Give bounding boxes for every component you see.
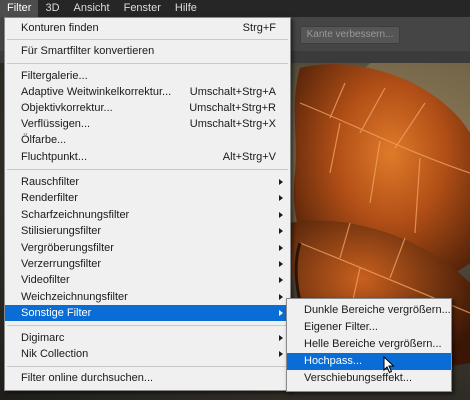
menu-item-shortcut: Alt+Strg+V — [222, 151, 276, 163]
submenu-item-dunkle-bereiche[interactable]: Dunkle Bereiche vergrößern... — [287, 302, 451, 319]
submenu-arrow-icon — [279, 212, 283, 218]
refine-edge-button[interactable]: Kante verbessern... — [300, 26, 400, 44]
menu-item-verfluessigen[interactable]: Verflüssigen... Umschalt+Strg+X — [5, 116, 290, 132]
menu-item-label: Dunkle Bereiche vergrößern... — [304, 304, 451, 316]
submenu-arrow-icon — [279, 294, 283, 300]
menu-item-nik-collection[interactable]: Nik Collection — [5, 346, 290, 362]
menu-item-vergroeberungsfilter[interactable]: Vergröberungsfilter — [5, 240, 290, 256]
menu-item-label: Sonstige Filter — [21, 307, 92, 319]
menu-separator — [7, 366, 288, 367]
menu-item-label: Rauschfilter — [21, 176, 80, 188]
menu-item-shortcut: Strg+F — [242, 22, 276, 34]
menu-item-rauschfilter[interactable]: Rauschfilter — [5, 174, 290, 190]
menu-item-scharfzeichnungsfilter[interactable]: Scharfzeichnungsfilter — [5, 207, 290, 223]
menu-separator — [7, 39, 288, 40]
menu-bar: Filter 3D Ansicht Fenster Hilfe — [0, 0, 470, 17]
menu-item-fluchtpunkt[interactable]: Fluchtpunkt... Alt+Strg+V — [5, 149, 290, 165]
submenu-arrow-icon — [279, 310, 283, 316]
submenu-item-hochpass[interactable]: Hochpass... — [287, 353, 451, 370]
menu-hilfe[interactable]: Hilfe — [168, 0, 204, 17]
menu-item-renderfilter[interactable]: Renderfilter — [5, 190, 290, 206]
menu-item-filter-online[interactable]: Filter online durchsuchen... — [5, 370, 290, 386]
menu-item-filtergalerie[interactable]: Filtergalerie... — [5, 68, 290, 84]
submenu-arrow-icon — [279, 195, 283, 201]
menu-item-smartfilter[interactable]: Für Smartfilter konvertieren — [5, 43, 290, 59]
menu-filter[interactable]: Filter — [0, 0, 39, 17]
menu-ansicht[interactable]: Ansicht — [67, 0, 117, 17]
menu-item-shortcut: Umschalt+Strg+R — [189, 102, 276, 114]
menu-item-objektivkorrektur[interactable]: Objektivkorrektur... Umschalt+Strg+R — [5, 100, 290, 116]
menu-item-label: Renderfilter — [21, 192, 78, 204]
menu-item-label: Eigener Filter... — [304, 321, 378, 333]
menu-item-label: Konturen finden — [21, 22, 99, 34]
submenu-arrow-icon — [279, 179, 283, 185]
menu-item-label: Verflüssigen... — [21, 118, 91, 130]
menu-item-label: Für Smartfilter konvertieren — [21, 45, 155, 57]
menu-item-label: Fluchtpunkt... — [21, 151, 88, 163]
submenu-arrow-icon — [279, 335, 283, 341]
submenu-arrow-icon — [279, 228, 283, 234]
menu-item-label: Nik Collection — [21, 348, 89, 360]
menu-item-label: Adaptive Weitwinkelkorrektur... — [21, 86, 172, 98]
menu-item-label: Helle Bereiche vergrößern... — [304, 338, 442, 350]
menu-item-stilisierungsfilter[interactable]: Stilisierungsfilter — [5, 223, 290, 239]
submenu-item-helle-bereiche[interactable]: Helle Bereiche vergrößern... — [287, 336, 451, 353]
menu-item-digimarc[interactable]: Digimarc — [5, 330, 290, 346]
menu-item-label: Objektivkorrektur... — [21, 102, 113, 114]
menu-item-label: Filtergalerie... — [21, 70, 88, 82]
menu-item-label: Filter online durchsuchen... — [21, 372, 154, 384]
other-filters-submenu: Dunkle Bereiche vergrößern... Eigener Fi… — [286, 298, 452, 392]
menu-item-konturen-finden[interactable]: Konturen finden Strg+F — [5, 20, 290, 36]
menu-item-verzerrungsfilter[interactable]: Verzerrungsfilter — [5, 256, 290, 272]
menu-fenster[interactable]: Fenster — [117, 0, 168, 17]
menu-item-adaptive-weitwinkel[interactable]: Adaptive Weitwinkelkorrektur... Umschalt… — [5, 84, 290, 100]
filter-menu: Konturen finden Strg+F Für Smartfilter k… — [4, 17, 291, 391]
menu-item-label: Verschiebungseffekt... — [304, 372, 413, 384]
menu-item-label: Stilisierungsfilter — [21, 225, 102, 237]
menu-item-videofilter[interactable]: Videofilter — [5, 272, 290, 288]
submenu-arrow-icon — [279, 245, 283, 251]
menu-item-shortcut: Umschalt+Strg+X — [189, 118, 276, 130]
menu-item-label: Hochpass... — [304, 355, 363, 367]
submenu-item-eigener-filter[interactable]: Eigener Filter... — [287, 319, 451, 336]
menu-item-shortcut: Umschalt+Strg+A — [189, 86, 276, 98]
menu-item-label: Videofilter — [21, 274, 70, 286]
menu-3d[interactable]: 3D — [38, 0, 66, 17]
menu-separator — [7, 325, 288, 326]
menu-item-label: Vergröberungsfilter — [21, 242, 114, 254]
menu-item-label: Ölfarbe... — [21, 134, 67, 146]
menu-item-label: Digimarc — [21, 332, 65, 344]
menu-item-label: Verzerrungsfilter — [21, 258, 102, 270]
mouse-cursor-icon — [383, 356, 395, 374]
submenu-arrow-icon — [279, 261, 283, 267]
menu-item-weichzeichnungsfilter[interactable]: Weichzeichnungsfilter — [5, 289, 290, 305]
menu-separator — [7, 169, 288, 170]
menu-item-sonstige-filter[interactable]: Sonstige Filter — [5, 305, 290, 321]
menu-item-label: Scharfzeichnungsfilter — [21, 209, 130, 221]
submenu-arrow-icon — [279, 277, 283, 283]
menu-item-oelfarbe[interactable]: Ölfarbe... — [5, 132, 290, 148]
submenu-item-verschiebungseffekt[interactable]: Verschiebungseffekt... — [287, 370, 451, 387]
menu-item-label: Weichzeichnungsfilter — [21, 291, 128, 303]
submenu-arrow-icon — [279, 351, 283, 357]
menu-separator — [7, 63, 288, 64]
